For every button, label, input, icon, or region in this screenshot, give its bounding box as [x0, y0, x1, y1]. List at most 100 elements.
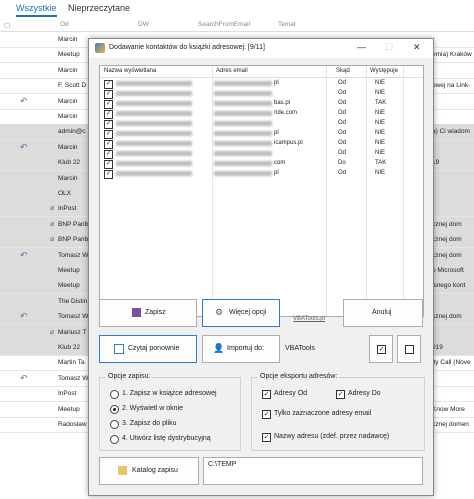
- contact-email-tail: pl: [274, 170, 279, 176]
- contact-occurs: NIE: [375, 170, 386, 176]
- contact-row[interactable]: ✓ Od NIE: [100, 89, 423, 99]
- sender: Radosław: [58, 421, 87, 428]
- save-options-group: Opcje zapisu: 1. Zapisz w książce adreso…: [99, 373, 241, 451]
- sender: The Distin: [58, 297, 88, 305]
- contact-row[interactable]: ✓ pl Od NIE: [100, 79, 423, 89]
- contact-email-blurred: [214, 101, 272, 106]
- sender: Tomasz W: [58, 374, 89, 382]
- contact-occurs: NIE: [375, 120, 386, 126]
- contact-source: Od: [338, 80, 347, 86]
- contact-email-tail: com: [274, 160, 286, 166]
- gear-icon: ⚙: [215, 307, 224, 317]
- contact-row[interactable]: ✓ pl Od NIE: [100, 169, 423, 179]
- contact-checkbox[interactable]: ✓: [104, 100, 113, 109]
- contact-checkbox[interactable]: ✓: [104, 160, 113, 169]
- contact-occurs: NIE: [375, 140, 386, 146]
- col-name[interactable]: Nazwa wyświetlana: [104, 68, 156, 74]
- mail-tabs: Wszystkie Nieprzeczytane: [0, 0, 474, 18]
- col-search-from[interactable]: SearchFromEmail: [198, 21, 250, 28]
- close-icon[interactable]: ✕: [413, 42, 421, 53]
- contact-checkbox[interactable]: ✓: [104, 150, 113, 159]
- cancel-button[interactable]: Anuluj: [343, 299, 423, 327]
- to-label: Adresy Do: [348, 390, 381, 397]
- contact-email-blurred: [214, 141, 272, 146]
- empty-box-icon: [405, 345, 414, 354]
- sender: Meetup: [58, 405, 80, 413]
- save-option-radio[interactable]: [110, 390, 119, 399]
- more-options-button[interactable]: ⚙ Więcej opcji: [202, 299, 280, 327]
- from-checkbox[interactable]: ✓: [262, 390, 271, 399]
- file-icon: ▢: [4, 22, 11, 29]
- col-email[interactable]: Adres email: [216, 68, 248, 74]
- contact-email-tail: pl: [274, 80, 279, 86]
- read-again-button[interactable]: Czytaj ponownie: [99, 335, 197, 363]
- vbatools-link[interactable]: VBATools.pl: [293, 316, 325, 322]
- col-occurs[interactable]: Występuje: [370, 68, 398, 74]
- contact-checkbox[interactable]: ✓: [104, 110, 113, 119]
- contact-row[interactable]: ✓ ride.com Od NIE: [100, 109, 423, 119]
- col-to[interactable]: DW: [138, 21, 149, 28]
- contact-checkbox[interactable]: ✓: [104, 120, 113, 129]
- subject-fragment: a) Ci wiadom: [432, 128, 470, 136]
- contact-source: Od: [338, 90, 347, 96]
- vbatools-label: VBATools: [285, 345, 315, 352]
- contact-name-blurred: [116, 101, 192, 106]
- sender: InPost: [58, 390, 77, 398]
- col-from[interactable]: Od: [60, 21, 69, 28]
- sender: Marcin: [58, 66, 78, 74]
- import-button[interactable]: 👤 Importuj do:: [202, 335, 280, 363]
- contact-checkbox[interactable]: ✓: [104, 90, 113, 99]
- uncheck-option-button[interactable]: [397, 335, 421, 363]
- col-source[interactable]: Skąd: [336, 68, 350, 74]
- contact-checkbox[interactable]: ✓: [104, 80, 113, 89]
- contact-checkbox[interactable]: ✓: [104, 170, 113, 179]
- attachment-icon: ⌀: [50, 328, 55, 336]
- subject-fragment: cznej dom: [432, 220, 462, 228]
- path-field[interactable]: C:\TEMP: [203, 457, 423, 485]
- contact-occurs: TAK: [375, 100, 387, 106]
- contact-row[interactable]: ✓ Od NIE: [100, 149, 423, 159]
- minimize-icon[interactable]: —: [357, 42, 366, 52]
- catalog-button[interactable]: Katalog zapisu: [99, 457, 199, 485]
- from-label: Adresy Od: [274, 390, 308, 397]
- save-option-label: 1. Zapisz w książce adresowej: [122, 390, 217, 397]
- tab-unread[interactable]: Nieprzeczytane: [68, 3, 130, 13]
- save-option-radio[interactable]: [110, 420, 119, 429]
- sender: Meetup: [58, 51, 80, 59]
- contact-source: Od: [338, 110, 347, 116]
- contacts-list[interactable]: Nazwa wyświetlana Adres email Skąd Wystę…: [99, 65, 424, 317]
- contact-row[interactable]: ✓ Od NIE: [100, 119, 423, 129]
- add-contacts-dialog: Dodawanie kontaktów do książki adresowej…: [88, 38, 434, 496]
- subject-fragment: owej na Link-: [432, 82, 471, 90]
- check-option-button[interactable]: ✓: [369, 335, 393, 363]
- save-option-label: 3. Zapisz do pliku: [122, 420, 177, 427]
- contact-source: Od: [338, 100, 347, 106]
- tab-all[interactable]: Wszystkie: [16, 3, 57, 17]
- path-value: C:\TEMP: [208, 461, 237, 468]
- save-option-radio[interactable]: [110, 405, 119, 414]
- names-label: Nazwy adresu (zdef. przez nadawcę): [274, 433, 390, 440]
- subject-fragment: cznej dom: [432, 236, 462, 244]
- list-icon: [114, 344, 124, 354]
- names-checkbox[interactable]: ✓: [262, 433, 271, 442]
- save-button[interactable]: Zapisz: [99, 299, 197, 327]
- contact-row[interactable]: ✓ icampus.pl Od NIE: [100, 139, 423, 149]
- contact-checkbox[interactable]: ✓: [104, 130, 113, 139]
- attachment-icon: ⌀: [50, 220, 55, 228]
- contact-row[interactable]: ✓ com Do TAK: [100, 159, 423, 169]
- check-icon: ✓: [377, 345, 386, 354]
- contact-source: Od: [338, 170, 347, 176]
- subject-fragment: cznej domen: [432, 421, 469, 428]
- contact-email-blurred: [214, 111, 272, 116]
- contact-row[interactable]: ✓ bas.pl Od TAK: [100, 99, 423, 109]
- contact-email-tail: bas.pl: [274, 100, 291, 106]
- contact-checkbox[interactable]: ✓: [104, 140, 113, 149]
- attachment-icon: ⌀: [50, 205, 55, 213]
- contact-row[interactable]: ✓ pl Od NIE: [100, 129, 423, 139]
- save-icon: [132, 308, 141, 317]
- only-selected-checkbox[interactable]: ✓: [262, 410, 271, 419]
- to-checkbox[interactable]: ✓: [336, 390, 345, 399]
- subject-fragment: ity Call (Nove: [432, 359, 471, 367]
- save-option-radio[interactable]: [110, 435, 119, 444]
- col-subject[interactable]: Temat: [278, 21, 296, 28]
